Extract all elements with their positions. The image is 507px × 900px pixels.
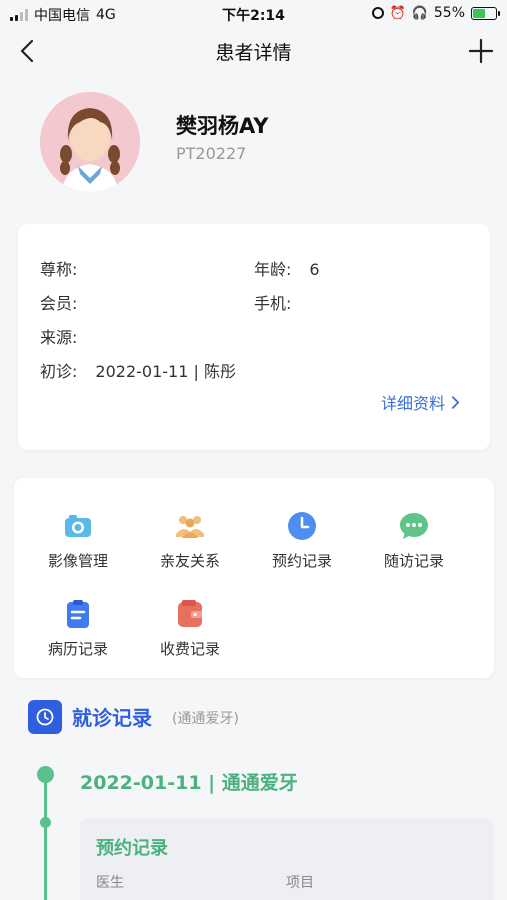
visit-entry-date[interactable]: 2022-01-11 | 通通爱牙: [80, 768, 298, 795]
medical-records-label: 病历记录: [47, 640, 108, 658]
followup-records-label: 随访记录: [383, 552, 444, 570]
relatives-label: 亲友关系: [159, 552, 220, 570]
chat-icon: [400, 513, 428, 539]
chevron-right-icon: [451, 395, 460, 409]
project-column-label: 项目: [286, 875, 314, 891]
status-bar: 中国电信 4G 下午2:14 ⏰ 🎧 55%: [0, 0, 507, 28]
battery-icon: [471, 6, 500, 20]
charge-records-button[interactable]: 收费记录: [140, 598, 240, 659]
image-management-button[interactable]: 影像管理: [28, 510, 128, 571]
age-label: 年龄:: [254, 260, 292, 279]
medical-records-button[interactable]: 病历记录: [28, 598, 128, 659]
member-row: 会员:: [40, 290, 95, 314]
appointment-records-button[interactable]: 预约记录: [252, 510, 352, 571]
camera-icon: [65, 515, 91, 537]
age-value: 6: [309, 260, 320, 279]
phone-label: 手机:: [254, 294, 292, 313]
alarm-icon: ⏰: [389, 5, 406, 21]
avatar[interactable]: [40, 92, 140, 192]
phone-row: 手机:: [254, 290, 309, 314]
people-icon: [176, 516, 204, 538]
nickname-row: 尊称:: [40, 256, 95, 280]
patient-profile: 樊羽杨AY PT20227: [40, 92, 480, 192]
rotation-lock-icon: [371, 7, 384, 19]
clipboard-icon: [67, 600, 89, 628]
age-row: 年龄: 6: [254, 256, 320, 280]
timeline-line: [44, 774, 47, 900]
doctor-column-label: 医生: [96, 875, 124, 891]
source-row: 来源:: [40, 324, 95, 348]
first-visit-value: 2022-01-11 | 陈彤: [95, 362, 236, 381]
first-visit-label: 初诊:: [40, 362, 78, 381]
member-label: 会员:: [40, 294, 78, 313]
timeline-dot-small: [40, 817, 51, 828]
patient-id: PT20227: [176, 144, 247, 163]
wallet-icon: [178, 600, 202, 627]
image-management-label: 影像管理: [47, 552, 108, 570]
patient-name: 樊羽杨AY: [176, 114, 269, 138]
appointment-records-label: 预约记录: [271, 552, 332, 570]
visit-records-clinic: (通通爱牙): [172, 711, 239, 727]
relatives-button[interactable]: 亲友关系: [140, 510, 240, 571]
first-visit-row: 初诊: 2022-01-11 | 陈彤: [40, 358, 236, 382]
visit-records-title: 就诊记录: [72, 706, 152, 730]
appointment-record-title: 预约记录: [96, 838, 168, 859]
visit-records-header: 就诊记录 (通通爱牙): [28, 700, 488, 736]
girl-avatar-icon: [40, 92, 140, 192]
patient-info-card: 尊称: 年龄: 6 会员: 手机: 来源: 初诊: 2022-01-11 | 陈彤 …: [18, 224, 490, 450]
detail-info-label: 详细资料: [380, 394, 445, 413]
page-title: 患者详情: [215, 42, 292, 64]
timeline-dot: [37, 766, 54, 783]
plus-icon: [468, 38, 494, 64]
nav-bar: 患者详情: [0, 28, 507, 76]
detail-info-link[interactable]: 详细资料: [381, 390, 460, 414]
battery-percent: 55%: [433, 5, 465, 21]
clock-icon: [288, 512, 316, 540]
followup-records-button[interactable]: 随访记录: [364, 510, 464, 571]
clock-icon: [36, 708, 54, 726]
headphones-icon: 🎧: [411, 5, 428, 21]
nickname-label: 尊称:: [40, 260, 78, 279]
add-button[interactable]: [468, 36, 494, 66]
visit-records-icon: [28, 700, 62, 734]
charge-records-label: 收费记录: [159, 640, 220, 658]
function-grid: 影像管理 亲友关系 预约记录 随访记录 病历记录 收费记录: [14, 478, 494, 678]
source-label: 来源:: [40, 328, 78, 347]
appointment-record-card[interactable]: 预约记录 医生 项目: [80, 818, 494, 900]
